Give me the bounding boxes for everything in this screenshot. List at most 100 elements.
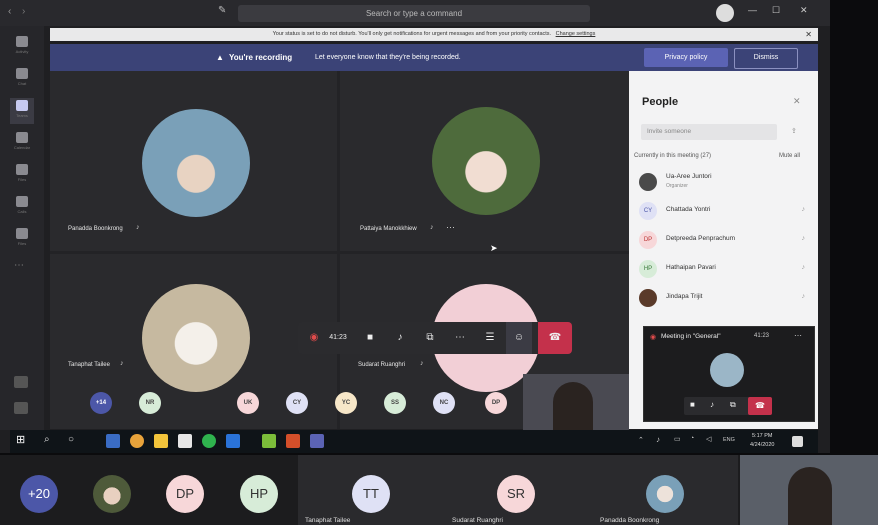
mini-meeting-window[interactable]: ◉ Meeting in "General" 41:23 ⋯ ■ ♪ ⧉ ☎ [643, 326, 815, 422]
rail-activity[interactable]: Activity [10, 34, 34, 60]
help-icon[interactable] [14, 402, 28, 414]
participant-bubble[interactable]: NR [139, 392, 161, 414]
search-icon[interactable]: ⌕ [44, 434, 50, 445]
network-icon[interactable]: ◔ [690, 435, 694, 442]
person-role: Organizer [666, 183, 688, 189]
chat-button[interactable]: ☰ [478, 322, 502, 354]
privacy-policy-button[interactable]: Privacy policy [644, 48, 728, 67]
participant-bubble-tt[interactable]: TT [352, 475, 390, 513]
compose-icon[interactable]: ✎ [218, 5, 226, 16]
participant-photo [432, 107, 540, 215]
participant-photo-bubble[interactable] [646, 475, 684, 513]
overflow-participants: +14 NR UK CY YC SS NC DP [90, 392, 520, 416]
participant-photo-bubble[interactable] [93, 475, 131, 513]
person-name: Chattada Yontri [666, 206, 711, 213]
mic-off-icon: ♪ [420, 360, 424, 367]
powerpoint-icon[interactable] [286, 434, 300, 448]
mail-icon[interactable] [226, 434, 240, 448]
person-name: Detpreeda Penprachum [666, 235, 736, 242]
forward-arrow-icon[interactable]: › [22, 6, 25, 17]
volume-icon[interactable]: ◁ [706, 435, 711, 443]
person-row[interactable]: Ua-Aree Juntori Organizer [639, 171, 809, 193]
chat-icon [16, 68, 28, 79]
rail-chat[interactable]: Chat [10, 66, 34, 92]
camtasia-icon[interactable] [262, 434, 276, 448]
hang-up-button[interactable]: ☎ [538, 322, 572, 354]
line-icon[interactable] [202, 434, 216, 448]
phone-icon [16, 196, 28, 207]
rail-files-2[interactable]: Files [10, 226, 34, 252]
share-screen-button[interactable]: ⧉ [418, 322, 442, 354]
invite-input[interactable]: Invite someone [641, 124, 777, 140]
participant-bubble-dp[interactable]: DP [166, 475, 204, 513]
mute-all-button[interactable]: Mute all [779, 153, 800, 159]
person-row[interactable]: CY Chattada Yontri ♪ [639, 200, 809, 222]
mouse-cursor-icon: ➤ [490, 243, 498, 253]
clock-time[interactable]: 5:17 PM [752, 433, 772, 439]
person-row[interactable]: HP Hathaipan Pavari ♪ [639, 258, 809, 280]
hang-up-button[interactable]: ☎ [748, 397, 772, 415]
person-row[interactable]: DP Detpreeda Penprachum ♪ [639, 229, 809, 251]
mini-meeting-timer: 41:23 [754, 333, 770, 339]
change-settings-link[interactable]: Change settings [556, 31, 596, 37]
store-icon[interactable] [178, 434, 192, 448]
close-panel-icon[interactable]: ✕ [793, 96, 801, 107]
more-actions-button[interactable]: ⋯ [448, 322, 472, 354]
language-indicator[interactable]: ENG [723, 437, 735, 443]
webcam-person [788, 467, 832, 525]
tray-chevron-icon[interactable]: ⌃ [638, 436, 644, 444]
mic-tray-icon[interactable]: ♪ [656, 435, 660, 444]
dismiss-button[interactable]: Dismiss [734, 48, 798, 69]
participant-bubble[interactable]: SS [384, 392, 406, 414]
dnd-close-icon[interactable]: ✕ [805, 28, 812, 41]
more-options-icon[interactable]: ⋯ [446, 222, 455, 233]
participant-tile: Pattaiya Manokkhiew ♪ ⋯ ➤ [340, 71, 629, 253]
participant-bubble[interactable]: YC [335, 392, 357, 414]
share-invite-icon[interactable]: ⇪ [791, 127, 797, 135]
participant-bubble[interactable]: NC [433, 392, 455, 414]
minimize-button[interactable]: — [748, 5, 757, 15]
microphone-button[interactable]: ♪ [388, 322, 412, 354]
meeting-section-header[interactable]: Currently in this meeting (27) [634, 153, 711, 159]
user-avatar[interactable] [716, 4, 734, 22]
windows-start-icon[interactable]: ⊞ [16, 433, 25, 446]
search-input[interactable]: Search or type a command [238, 5, 590, 22]
edge-icon[interactable] [106, 434, 120, 448]
microphone-button[interactable]: ♪ [710, 400, 714, 409]
apps-icon[interactable] [14, 376, 28, 388]
participant-bubble[interactable]: DP [485, 392, 507, 414]
rail-calls[interactable]: Calls [10, 194, 34, 220]
more-icon[interactable]: ⋯ [14, 260, 24, 271]
maximize-button[interactable]: ☐ [772, 5, 780, 16]
file-explorer-icon[interactable] [154, 434, 168, 448]
rail-calendar[interactable]: Calendar [10, 130, 34, 156]
rail-files[interactable]: Files [10, 162, 34, 188]
teams-window: ‹ › ✎ Search or type a command — ☐ ✕ Act… [0, 0, 830, 453]
participants-button[interactable]: ☺ [506, 322, 532, 354]
camera-button[interactable]: ■ [358, 322, 382, 354]
mic-off-icon: ♪ [136, 224, 140, 231]
battery-icon[interactable]: ▭ [674, 435, 681, 443]
back-arrow-icon[interactable]: ‹ [8, 6, 11, 17]
cortana-icon[interactable]: ○ [68, 434, 74, 445]
participant-bubble[interactable]: CY [286, 392, 308, 414]
call-timer: 41:23 [329, 334, 347, 341]
bottom-participant-strip: +20 DP HP TT SR Tanaphat Tailee Sudarat … [0, 455, 878, 525]
more-options-icon[interactable]: ⋯ [794, 331, 802, 340]
participant-bubble-sr[interactable]: SR [497, 475, 535, 513]
chrome-icon[interactable] [130, 434, 144, 448]
overflow-count-bubble[interactable]: +20 [20, 475, 58, 513]
person-avatar: CY [639, 202, 657, 220]
teams-taskbar-icon[interactable] [310, 434, 324, 448]
close-button[interactable]: ✕ [800, 5, 808, 16]
notification-center-icon[interactable] [792, 436, 803, 447]
clock-date[interactable]: 4/24/2020 [750, 442, 774, 448]
camera-button[interactable]: ■ [690, 400, 695, 409]
participant-bubble-hp[interactable]: HP [240, 475, 278, 513]
person-row[interactable]: Jindapa Trijit ♪ [639, 287, 809, 309]
participant-bubble[interactable]: UK [237, 392, 259, 414]
participant-bubble[interactable]: +14 [90, 392, 112, 414]
rail-teams[interactable]: Teams [10, 98, 34, 124]
share-screen-button[interactable]: ⧉ [730, 400, 736, 410]
dnd-text: Your status is set to do not disturb. Yo… [272, 31, 552, 37]
